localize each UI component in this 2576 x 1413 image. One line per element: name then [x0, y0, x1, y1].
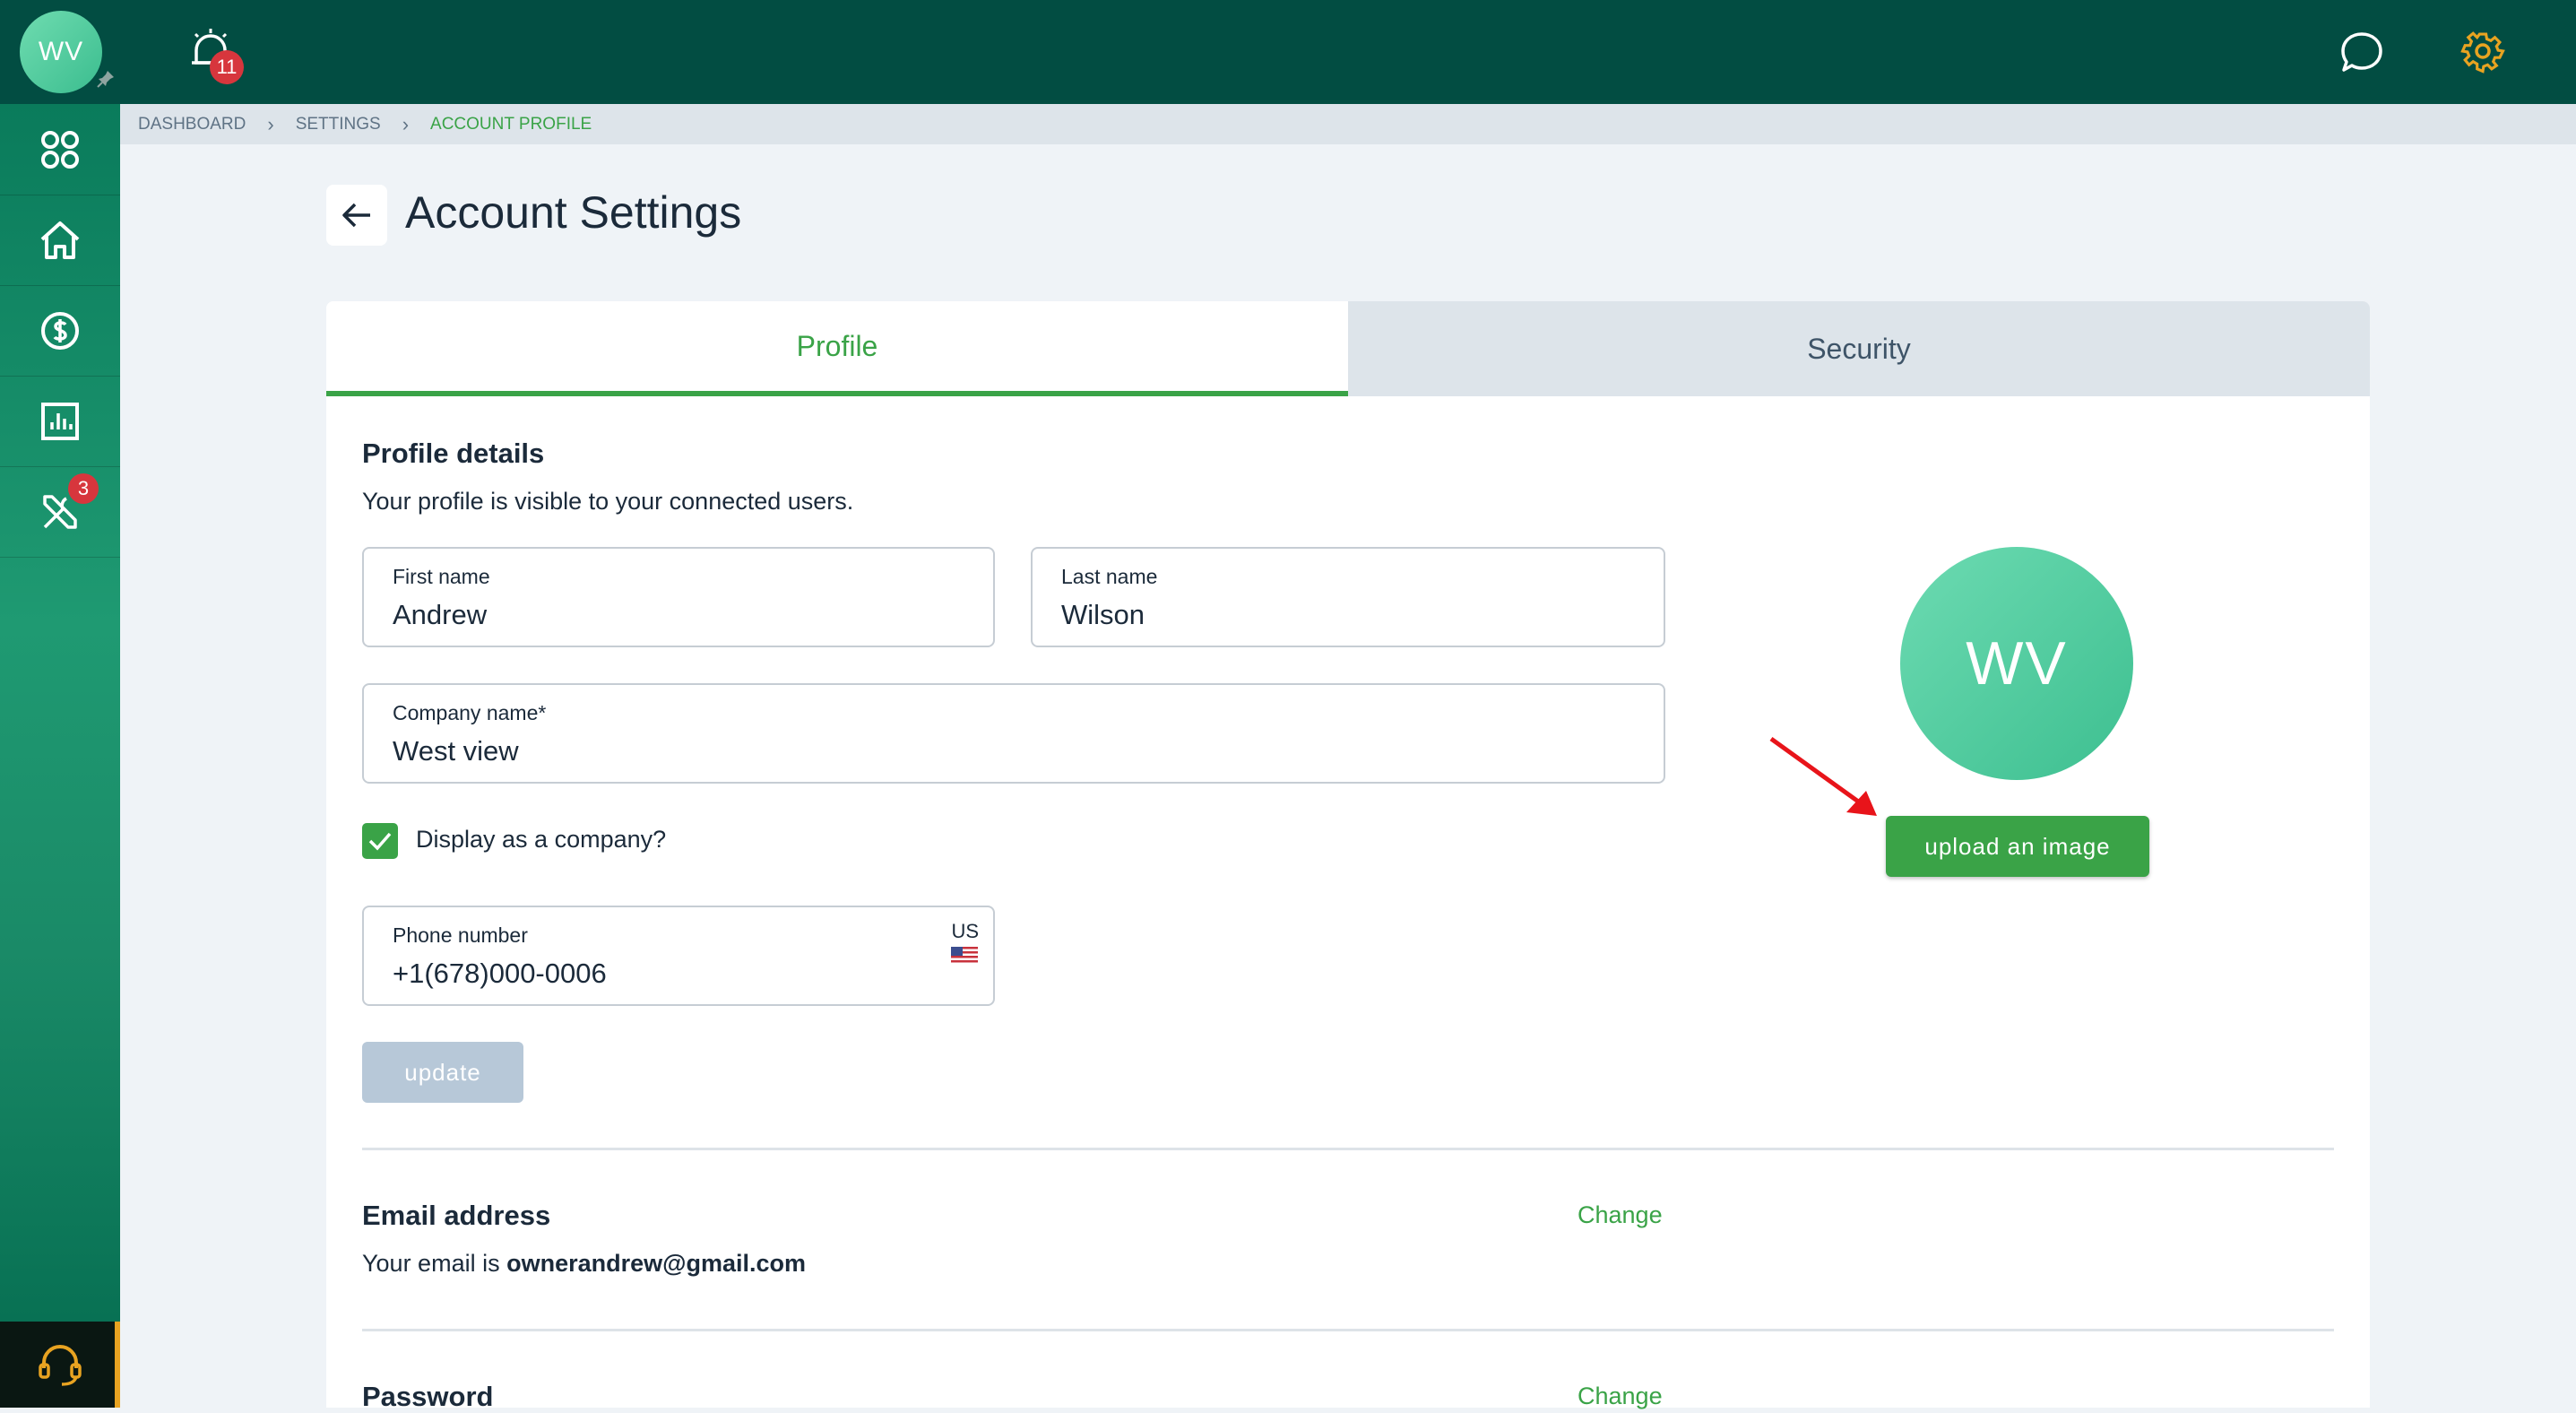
user-avatar[interactable]: WV	[20, 11, 102, 93]
email-prefix: Your email is	[362, 1250, 500, 1277]
section-divider	[362, 1329, 2334, 1331]
email-title: Email address	[362, 1200, 551, 1231]
checkmark-icon	[368, 832, 392, 851]
alarm-count-badge: 11	[210, 50, 244, 84]
apps-grid-icon	[41, 130, 79, 169]
first-name-field[interactable]: First name Andrew	[362, 547, 995, 647]
top-bar: WV 11	[0, 0, 2576, 104]
breadcrumb-account-profile: ACCOUNT PROFILE	[430, 114, 592, 134]
bar-chart-icon	[41, 402, 79, 440]
tools-badge-count: 3	[77, 477, 90, 499]
profile-details-subtitle: Your profile is visible to your connecte…	[362, 488, 854, 515]
settings-card: Profile Security Profile details Your pr…	[326, 301, 2370, 1412]
user-initials: WV	[38, 37, 84, 66]
company-name-value: West view	[393, 735, 519, 767]
support-button[interactable]	[0, 1322, 120, 1408]
profile-details-title: Profile details	[362, 438, 545, 469]
phone-number-label: Phone number	[393, 923, 528, 947]
last-name-value: Wilson	[1061, 599, 1145, 630]
change-email-link[interactable]: Change	[1578, 1201, 1663, 1229]
display-as-company-label: Display as a company?	[416, 826, 667, 853]
company-name-label: Company name*	[393, 701, 547, 724]
change-password-link[interactable]: Change	[1578, 1383, 1663, 1410]
last-name-field[interactable]: Last name Wilson	[1031, 547, 1665, 647]
first-name-value: Andrew	[393, 599, 488, 630]
display-as-company-checkbox[interactable]	[362, 823, 398, 859]
dollar-icon	[41, 311, 79, 350]
sidebar-item-tools[interactable]: 3	[0, 466, 120, 558]
us-flag-icon	[951, 947, 979, 965]
profile-avatar: WV	[1900, 547, 2133, 780]
headset-icon	[39, 1345, 82, 1386]
page-title: Account Settings	[405, 187, 742, 238]
phone-number-value: +1(678)000-0006	[393, 958, 607, 989]
sidebar-item-reports[interactable]	[0, 376, 120, 467]
email-text: Your email is ownerandrew@gmail.com	[362, 1250, 806, 1278]
country-code: US	[951, 920, 979, 942]
back-button[interactable]	[326, 185, 387, 246]
sidebar-item-finance[interactable]	[0, 285, 120, 377]
tab-profile[interactable]: Profile	[326, 301, 1348, 396]
upload-image-button[interactable]: upload an image	[1886, 816, 2149, 877]
first-name-label: First name	[393, 565, 490, 588]
breadcrumb: DASHBOARD › SETTINGS › ACCOUNT PROFILE	[120, 104, 2576, 144]
country-selector[interactable]: US	[951, 920, 979, 965]
email-value: ownerandrew@gmail.com	[506, 1250, 806, 1277]
last-name-label: Last name	[1061, 565, 1158, 588]
pin-icon[interactable]	[95, 68, 117, 90]
tab-security[interactable]: Security	[1348, 301, 2370, 396]
password-title: Password	[362, 1381, 494, 1412]
update-button[interactable]: update	[362, 1042, 523, 1103]
gear-icon[interactable]	[2460, 29, 2505, 74]
tools-badge: 3	[68, 473, 99, 504]
red-arrow-annotation-icon	[1769, 736, 1877, 816]
breadcrumb-dashboard[interactable]: DASHBOARD	[138, 115, 246, 134]
sidebar-item-home[interactable]	[0, 195, 120, 286]
home-icon	[40, 221, 80, 259]
arrow-left-icon	[342, 203, 370, 228]
section-divider	[362, 1148, 2334, 1150]
alarm-count: 11	[216, 56, 238, 78]
chat-bubble-icon[interactable]	[2339, 30, 2384, 74]
support-active-indicator	[115, 1322, 120, 1408]
alarm-button[interactable]: 11	[188, 27, 244, 84]
phone-number-field[interactable]: Phone number +1(678)000-0006 US	[362, 906, 995, 1006]
sidebar: 3	[0, 104, 120, 1408]
profile-avatar-initials: WV	[1966, 629, 2068, 698]
breadcrumb-settings[interactable]: SETTINGS	[296, 115, 381, 134]
sidebar-item-apps[interactable]	[0, 104, 120, 195]
breadcrumb-separator-icon: ›	[267, 112, 274, 135]
breadcrumb-separator-icon: ›	[402, 112, 410, 135]
company-name-field[interactable]: Company name* West view	[362, 683, 1665, 784]
